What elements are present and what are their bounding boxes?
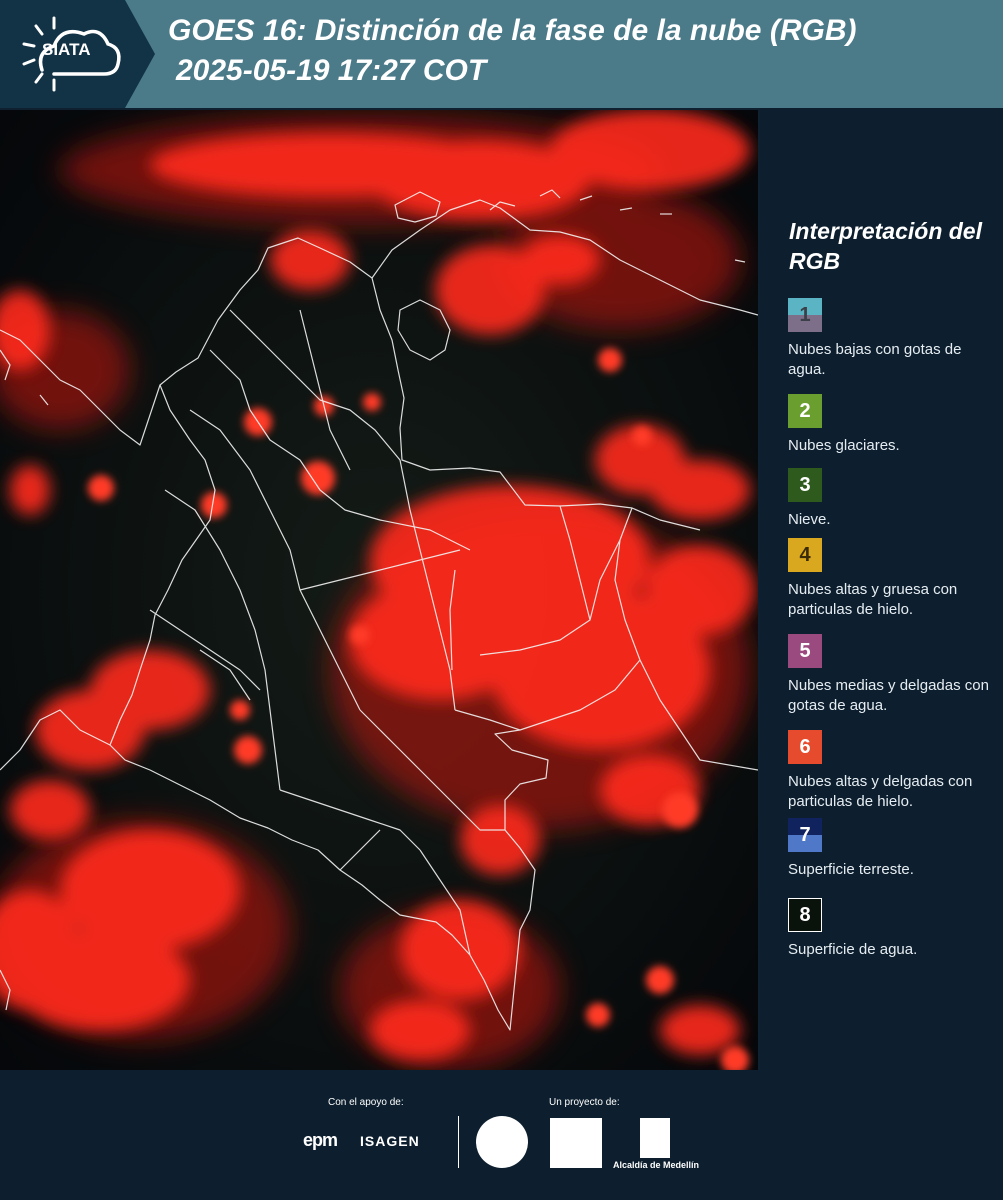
legend-description: Nubes altas y gruesa con particulas de h… [788, 581, 958, 618]
siata-logo-text: SIATA [42, 40, 91, 59]
legend-description: Nubes bajas con gotas de agua. [788, 341, 962, 378]
legend-item-3: 3 Nieve. [788, 468, 1000, 530]
epm-logo: epm [303, 1130, 338, 1150]
legend-swatch: 8 [788, 898, 822, 932]
page-title: GOES 16: Distinción de la fase de la nub… [168, 14, 857, 47]
header-bar: SIATA GOES 16: Distinción de la fase de … [0, 0, 1003, 108]
alcaldia-shield-icon [640, 1118, 670, 1158]
legend-item-8: 8 Superficie de agua. [788, 898, 1000, 960]
legend-description: Nubes glaciares. [788, 437, 900, 454]
footer: Con el apoyo de: Un proyecto de: epm ISA… [0, 1070, 1003, 1200]
isagen-logo: ISAGEN [360, 1133, 420, 1149]
footer-divider [458, 1116, 459, 1168]
legend-item-5: 5 Nubes medias y delgadas con gotas de ag… [788, 634, 1000, 716]
legend-number: 6 [799, 735, 811, 758]
legend-number: 3 [799, 473, 811, 496]
legend-number: 2 [799, 399, 811, 422]
satellite-image [0, 110, 758, 1070]
legend-item-4: 4 Nubes altas y gruesa con particulas de … [788, 538, 1000, 620]
timestamp: 2025-05-19 17:27 COT [176, 54, 487, 87]
legend-panel: Interpretación del RGB 1 Nubes bajas con … [760, 108, 1003, 1070]
legend-number: 1 [799, 303, 811, 326]
legend-swatch: 3 [788, 468, 822, 502]
seal-logo-icon [476, 1116, 528, 1168]
legend-title: Interpretación del RGB [789, 218, 982, 274]
legend-number: 7 [799, 823, 811, 846]
legend-description: Superficie terreste. [788, 861, 914, 878]
legend-description: Nieve. [788, 511, 831, 528]
legend-description: Nubes altas y delgadas con particulas de… [788, 773, 973, 810]
legend-swatch: 6 [788, 730, 822, 764]
legend-swatch: 2 [788, 394, 822, 428]
legend-swatch: 4 [788, 538, 822, 572]
area-metropolitana-logo-icon [550, 1118, 602, 1168]
legend-description: Superficie de agua. [788, 941, 918, 958]
project-label: Un proyecto de: [549, 1097, 620, 1108]
legend-item-7: 7 Superficie terreste. [788, 818, 1000, 880]
legend-number: 5 [799, 639, 811, 662]
legend-item-6: 6 Nubes altas y delgadas con particulas d… [788, 730, 1000, 812]
legend-swatch: 7 [788, 818, 822, 852]
legend-item-1: 1 Nubes bajas con gotas de agua. [788, 298, 1000, 380]
legend-swatch: 1 [788, 298, 822, 332]
legend-item-2: 2 Nubes glaciares. [788, 394, 1000, 456]
legend-swatch: 5 [788, 634, 822, 668]
rgb-cloud-map [0, 110, 758, 1070]
legend-description: Nubes medias y delgadas con gotas de agu… [788, 677, 989, 714]
support-label: Con el apoyo de: [328, 1097, 404, 1108]
legend-number: 4 [799, 543, 811, 566]
legend-number: 8 [799, 903, 811, 926]
logo-band: SIATA [0, 0, 155, 108]
alcaldia-logo-text: Alcaldía de Medellín [613, 1160, 700, 1170]
